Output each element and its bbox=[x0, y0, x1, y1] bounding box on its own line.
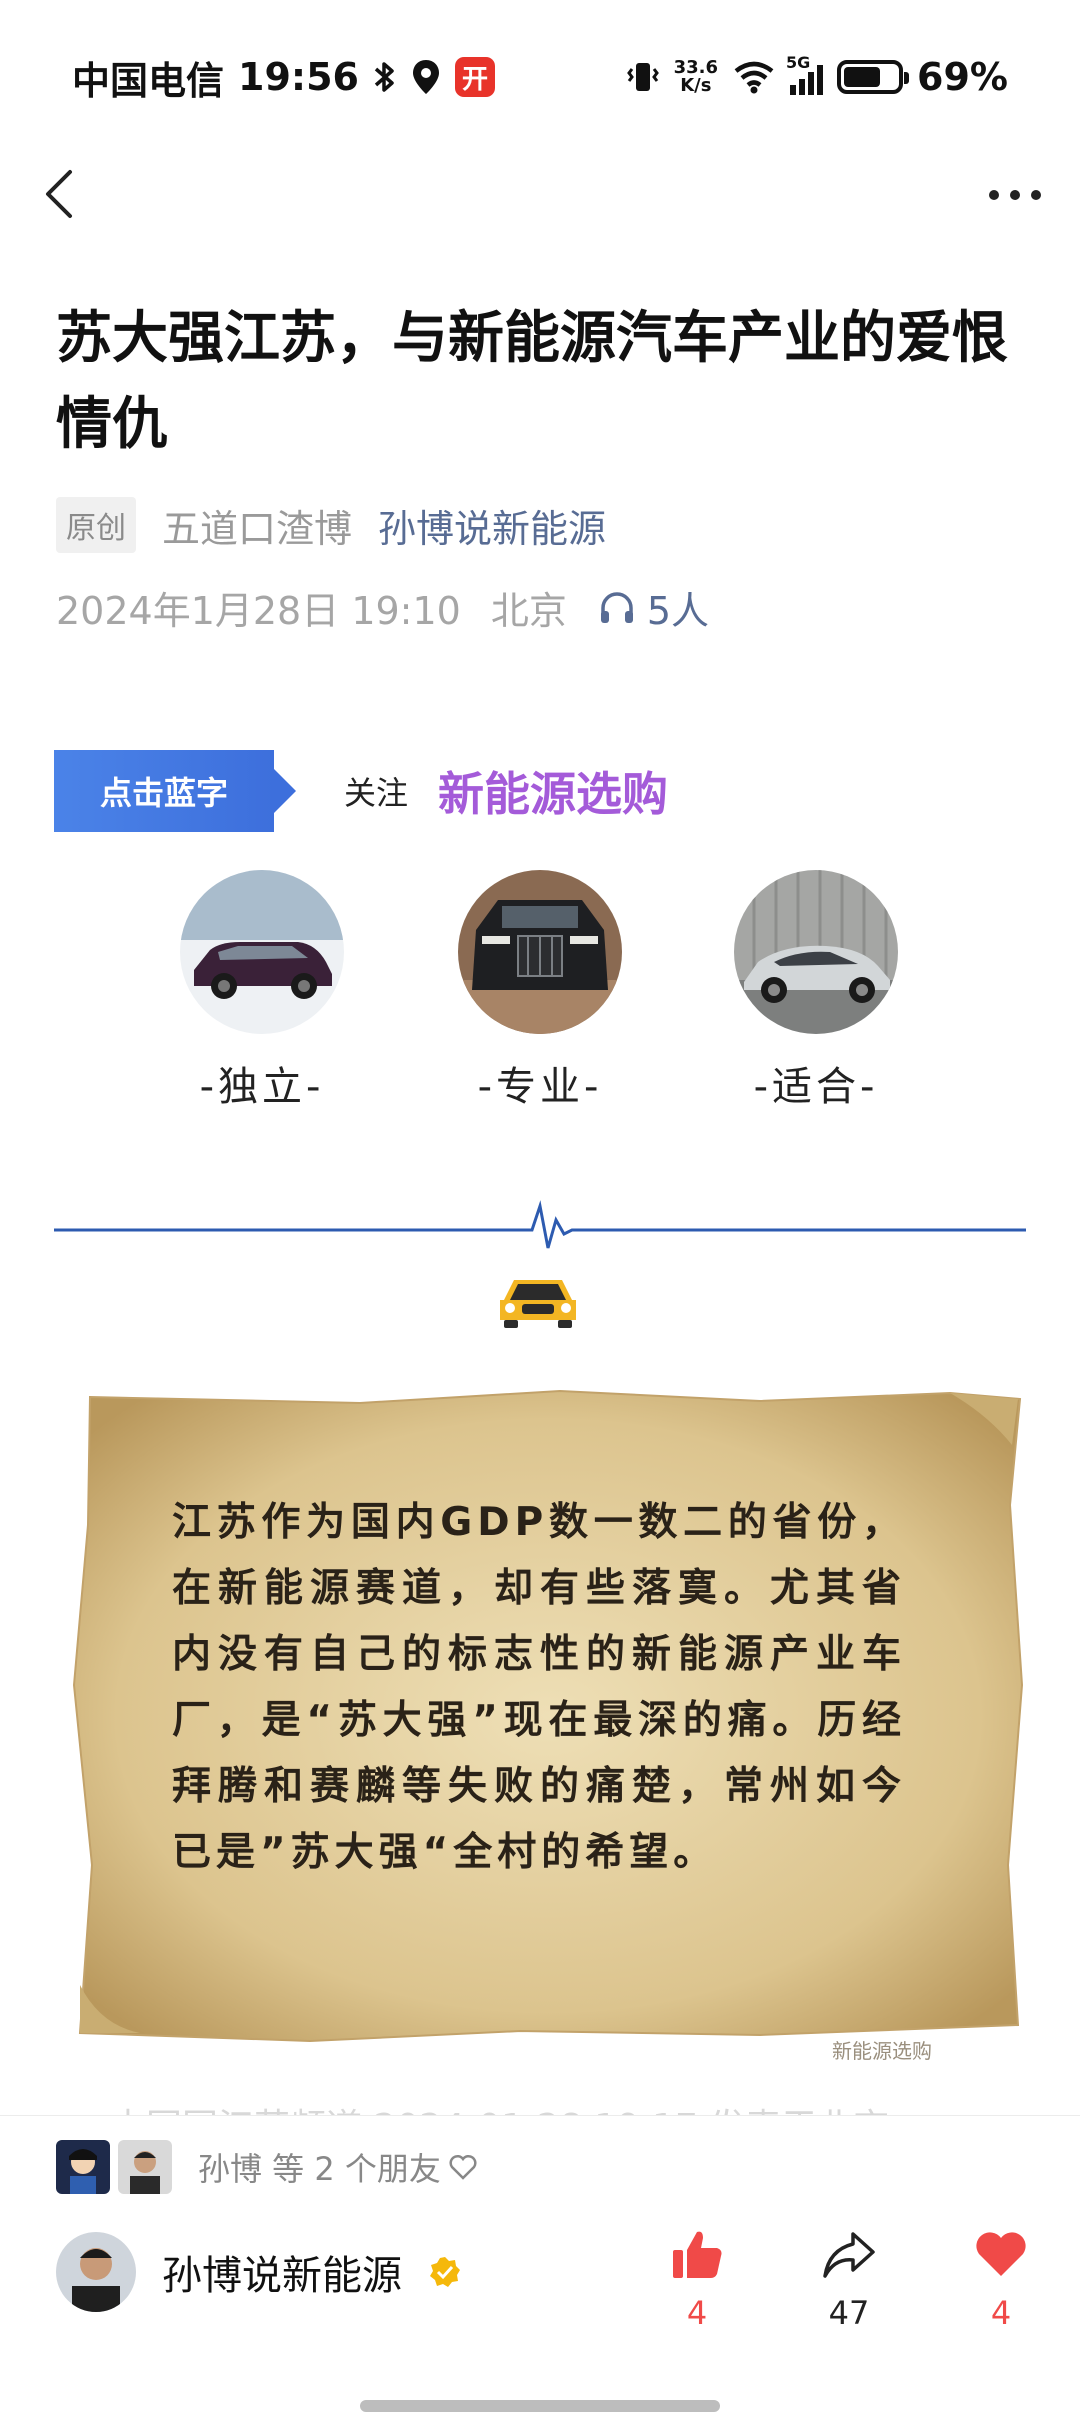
author-name: 五道口渣博 bbox=[162, 506, 353, 551]
heartbeat-divider bbox=[54, 1200, 1026, 1249]
bottom-action-bar: 孙博 等 2 个朋友 孙博说新能源 4 47 4 bbox=[0, 2115, 1080, 2420]
publish-date: 2024年1月28日 19:10 bbox=[56, 589, 461, 633]
like-button[interactable]: 4 bbox=[652, 2226, 742, 2332]
image-watermark: 新能源选购 bbox=[832, 2039, 932, 2063]
car-front-photo bbox=[458, 870, 622, 1034]
feature-circles: -独立- -专业- -适合- bbox=[0, 870, 1080, 1110]
feature-label: -适合- bbox=[753, 1064, 879, 1110]
heart-outline-icon bbox=[449, 2154, 477, 2180]
friend-avatar bbox=[118, 2140, 172, 2194]
listener-count: 5人 bbox=[646, 589, 710, 633]
friends-row[interactable]: 孙博 等 2 个朋友 bbox=[56, 2140, 477, 2194]
suv-photo bbox=[180, 870, 344, 1034]
friends-label: 孙博 等 2 个朋友 bbox=[198, 2150, 441, 2188]
carrier-label: 中国电信 bbox=[72, 58, 225, 103]
share-count: 47 bbox=[828, 2294, 870, 2332]
account-avatar bbox=[56, 2232, 136, 2312]
feature-item: -独立- bbox=[162, 870, 362, 1112]
chevron-left-icon bbox=[46, 170, 72, 218]
more-button[interactable] bbox=[980, 170, 1050, 220]
follow-account-name: 新能源选购 bbox=[438, 767, 669, 821]
net-speed: 33.6 K/s bbox=[673, 57, 719, 96]
original-tag: 原创 bbox=[56, 497, 136, 553]
feature-label: -独立- bbox=[199, 1064, 325, 1110]
feature-item: -适合- bbox=[716, 870, 916, 1112]
verified-badge-icon bbox=[430, 2257, 460, 2287]
bluetooth-icon bbox=[374, 62, 394, 92]
account-profile[interactable]: 孙博说新能源 bbox=[56, 2232, 462, 2312]
vibrate-icon bbox=[626, 63, 659, 91]
share-button[interactable]: 47 bbox=[804, 2226, 894, 2332]
battery-percent: 69% bbox=[917, 55, 1008, 99]
location-icon bbox=[412, 60, 439, 94]
clock: 19:56 bbox=[238, 55, 359, 99]
cellular-signal-icon: 5G bbox=[786, 53, 824, 95]
battery-icon bbox=[837, 60, 910, 94]
article-info: 2024年1月28日 19:10 北京 5人 bbox=[56, 580, 709, 635]
top-nav bbox=[0, 150, 1080, 260]
friend-avatar bbox=[56, 2140, 110, 2194]
thumbs-up-icon bbox=[673, 2231, 722, 2278]
headphones-icon bbox=[600, 591, 633, 623]
taxi-icon bbox=[500, 1280, 576, 1328]
status-bar: 中国电信 19:56 开 33.6 K/s 5G 69% bbox=[0, 0, 1080, 150]
publish-location: 北京 bbox=[490, 589, 567, 633]
network-type: 5G bbox=[786, 53, 811, 72]
like-count: 4 bbox=[686, 2294, 708, 2332]
article-title: 苏大强江苏，与新能源汽车产业的爱恨情仇 bbox=[56, 306, 1008, 457]
app-notification-icon: 开 bbox=[454, 57, 495, 97]
account-name: 孙博说新能源 bbox=[162, 2253, 402, 2299]
listen-button[interactable]: 5人 bbox=[597, 580, 709, 635]
feature-item: -专业- bbox=[440, 870, 640, 1112]
heart-icon bbox=[976, 2232, 1026, 2276]
heart-count: 4 bbox=[990, 2294, 1012, 2332]
wifi-icon bbox=[734, 61, 774, 94]
click-blue-text-tag: 点击蓝字 bbox=[54, 750, 296, 832]
favorite-button[interactable]: 4 bbox=[956, 2226, 1046, 2332]
intro-paragraph: 江苏作为国内GDP数一数二的省份，在新能源赛道，却有些落寞。尤其省内没有自己的标… bbox=[172, 1500, 906, 1875]
account-link[interactable]: 孙博说新能源 bbox=[378, 498, 606, 553]
share-arrow-icon bbox=[823, 2232, 875, 2278]
follow-banner[interactable]: 点击蓝字 关注 新能源选购 bbox=[54, 750, 668, 832]
home-indicator[interactable] bbox=[360, 2400, 720, 2412]
feature-label: -专业- bbox=[477, 1064, 603, 1110]
back-button[interactable] bbox=[30, 154, 90, 234]
article-meta: 原创 五道口渣博 孙博说新能源 bbox=[56, 497, 606, 553]
more-dots-icon bbox=[989, 190, 1041, 200]
coupe-photo bbox=[734, 870, 898, 1034]
follow-label: 关注 bbox=[344, 774, 409, 812]
reaction-actions: 4 47 4 bbox=[652, 2226, 1046, 2332]
